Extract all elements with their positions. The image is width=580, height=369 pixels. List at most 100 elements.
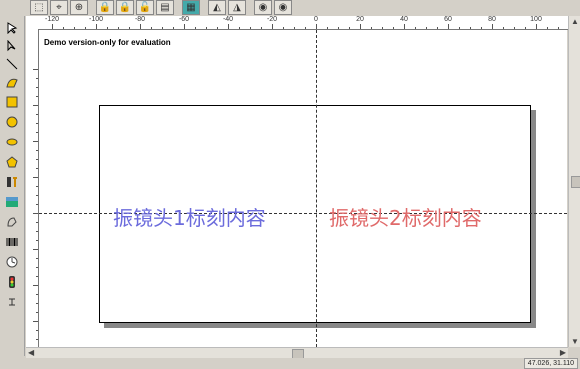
vector-icon[interactable] bbox=[3, 214, 21, 230]
select-icon[interactable]: ⬚ bbox=[30, 0, 48, 15]
ruler-minor-tick bbox=[426, 27, 427, 29]
circle-icon[interactable] bbox=[3, 114, 21, 130]
ruler-label: 100 bbox=[530, 16, 542, 23]
node-icon[interactable] bbox=[3, 38, 21, 54]
ruler-label: -40 bbox=[222, 16, 234, 23]
ruler-minor-tick bbox=[36, 339, 38, 340]
ruler-tick bbox=[184, 24, 185, 29]
ruler-minor-tick bbox=[173, 27, 174, 29]
ruler-label: -60 bbox=[178, 16, 190, 23]
ruler-label: -120 bbox=[44, 16, 60, 23]
ruler-tick bbox=[33, 213, 38, 214]
line-icon[interactable] bbox=[3, 56, 21, 72]
ruler-minor-tick bbox=[415, 27, 416, 29]
ruler-minor-tick bbox=[470, 27, 471, 29]
polygon-icon[interactable] bbox=[3, 154, 21, 170]
tool-palette bbox=[0, 16, 25, 356]
eye-icon[interactable]: ◉ bbox=[254, 0, 272, 15]
vertical-scrollbar[interactable]: ▲ ▼ bbox=[568, 16, 580, 347]
ruler-minor-tick bbox=[36, 159, 38, 160]
pointer-icon[interactable] bbox=[3, 20, 21, 36]
head1-mark-text[interactable]: 振镜头1标刻内容 bbox=[113, 202, 266, 231]
scroll-right-icon[interactable]: ▶ bbox=[560, 348, 566, 357]
ruler-minor-tick bbox=[129, 27, 130, 29]
horizontal-ruler: -120 -100 -80 -60 -40 -20 0 20 40 60 80 100 bbox=[26, 16, 568, 30]
vertical-scroll-thumb[interactable] bbox=[571, 176, 580, 188]
ruler-minor-tick bbox=[36, 96, 38, 97]
ruler-minor-tick bbox=[36, 222, 38, 223]
ruler-tick bbox=[33, 321, 38, 322]
lock-icon[interactable]: 🔒 bbox=[96, 0, 114, 15]
ruler-minor-tick bbox=[294, 27, 295, 29]
ruler-tick bbox=[33, 177, 38, 178]
io-icon[interactable] bbox=[3, 274, 21, 290]
ruler-minor-tick bbox=[36, 150, 38, 151]
drawing-canvas[interactable]: Demo version-only for evaluation 振镜头1标刻内… bbox=[39, 30, 567, 347]
scroll-down-icon[interactable]: ▼ bbox=[571, 337, 579, 346]
ruler-minor-tick bbox=[36, 123, 38, 124]
ruler-minor-tick bbox=[36, 330, 38, 331]
curve-icon[interactable] bbox=[3, 74, 21, 90]
ruler-tick bbox=[33, 249, 38, 250]
ruler-minor-tick bbox=[547, 27, 548, 29]
ruler-minor-tick bbox=[85, 27, 86, 29]
color-fill-icon[interactable]: ▦ bbox=[182, 0, 200, 15]
mirror-horizontal-icon[interactable]: ◭ bbox=[208, 0, 226, 15]
ruler-minor-tick bbox=[349, 27, 350, 29]
ruler-label: 20 bbox=[356, 16, 364, 23]
unlock-icon[interactable]: 🔓 bbox=[136, 0, 154, 15]
bitmap-icon[interactable] bbox=[3, 194, 21, 210]
ruler-minor-tick bbox=[459, 27, 460, 29]
timer-icon[interactable] bbox=[3, 254, 21, 270]
app-window: ⬚ ⌖ ⊕ 🔒 🔒 🔓 ▤ ▦ ◭ ◮ ◉ ◉ -120 -100 -80 -6… bbox=[0, 0, 580, 369]
eye-icon[interactable]: ◉ bbox=[274, 0, 292, 15]
ruler-tick bbox=[272, 24, 273, 29]
watermark-text: Demo version-only for evaluation bbox=[44, 38, 171, 47]
barcode-icon[interactable] bbox=[3, 234, 21, 250]
ruler-label: 0 bbox=[314, 16, 318, 23]
status-bar: 47.026, 31.110 bbox=[0, 358, 580, 369]
head2-mark-text[interactable]: 振镜头2标刻内容 bbox=[329, 202, 482, 231]
zoom-icon[interactable]: ⊕ bbox=[70, 0, 88, 15]
ruler-label: -20 bbox=[266, 16, 278, 23]
ruler-minor-tick bbox=[558, 27, 559, 29]
scroll-left-icon[interactable]: ◀ bbox=[28, 348, 34, 357]
input-icon[interactable] bbox=[3, 294, 21, 310]
ruler-minor-tick bbox=[36, 204, 38, 205]
ruler-label: 60 bbox=[444, 16, 452, 23]
ruler-minor-tick bbox=[503, 27, 504, 29]
mirror-vertical-icon[interactable]: ◮ bbox=[228, 0, 246, 15]
ruler-minor-tick bbox=[514, 27, 515, 29]
ruler-tick bbox=[33, 69, 38, 70]
ruler-minor-tick bbox=[118, 27, 119, 29]
ruler-minor-tick bbox=[162, 27, 163, 29]
ruler-tick bbox=[228, 24, 229, 29]
ruler-minor-tick bbox=[63, 27, 64, 29]
ruler-minor-tick bbox=[36, 195, 38, 196]
text-icon[interactable] bbox=[3, 174, 21, 190]
ruler-minor-tick bbox=[393, 27, 394, 29]
ruler-label: -100 bbox=[88, 16, 104, 23]
ruler-minor-tick bbox=[36, 258, 38, 259]
ruler-minor-tick bbox=[107, 27, 108, 29]
ruler-minor-tick bbox=[206, 27, 207, 29]
ruler-tick bbox=[404, 24, 405, 29]
ruler-minor-tick bbox=[382, 27, 383, 29]
ruler-minor-tick bbox=[261, 27, 262, 29]
ruler-tick bbox=[448, 24, 449, 29]
rectangle-icon[interactable] bbox=[3, 94, 21, 110]
align-icon[interactable]: ▤ bbox=[156, 0, 174, 15]
scroll-up-icon[interactable]: ▲ bbox=[571, 17, 579, 26]
lock-icon[interactable]: 🔒 bbox=[116, 0, 134, 15]
node-edit-icon[interactable]: ⌖ bbox=[50, 0, 68, 15]
ruler-minor-tick bbox=[36, 276, 38, 277]
ruler-minor-tick bbox=[36, 240, 38, 241]
ruler-minor-tick bbox=[371, 27, 372, 29]
ruler-minor-tick bbox=[36, 267, 38, 268]
ruler-tick bbox=[316, 24, 317, 29]
ellipse-icon[interactable] bbox=[3, 134, 21, 150]
ruler-minor-tick bbox=[36, 132, 38, 133]
ruler-minor-tick bbox=[36, 168, 38, 169]
ruler-label: -80 bbox=[134, 16, 146, 23]
ruler-tick bbox=[360, 24, 361, 29]
